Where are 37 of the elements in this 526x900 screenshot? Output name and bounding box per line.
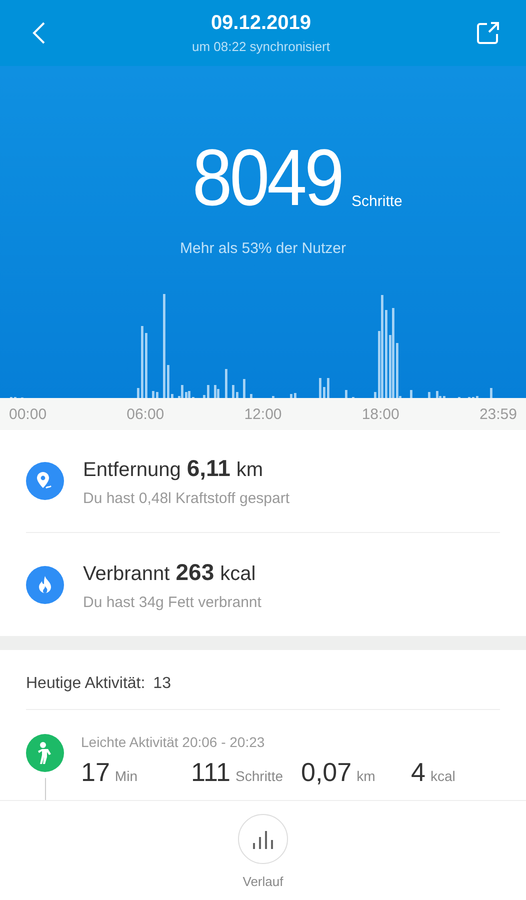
stat-label: Verbrannt — [83, 562, 170, 586]
activity-label: Heutige Aktivität: — [26, 674, 146, 692]
metric-value: 0,07 — [301, 757, 352, 788]
share-button[interactable] — [476, 21, 500, 45]
time-label: 18:00 — [362, 406, 400, 422]
time-label: 00:00 — [9, 406, 47, 422]
activity-count: 13 — [153, 674, 171, 692]
metric-unit: kcal — [430, 768, 456, 784]
metric-value: 4 — [411, 757, 426, 788]
steps-unit: Schritte — [352, 193, 402, 210]
stat-note: Du hast 34g Fett verbrannt — [83, 594, 262, 610]
stat-value: 263 — [176, 558, 214, 586]
stat-unit: km — [236, 459, 264, 482]
bar-chart-icon — [252, 829, 274, 849]
stat-unit: kcal — [220, 562, 256, 586]
back-button[interactable] — [32, 21, 46, 45]
metric-unit: Min — [114, 768, 138, 784]
metric-unit: Schritte — [236, 768, 283, 784]
time-label: 23:59 — [479, 406, 517, 422]
time-label: 12:00 — [244, 406, 282, 422]
comparison-text: Mehr als 53% der Nutzer — [180, 240, 346, 257]
time-label: 06:00 — [126, 406, 164, 422]
date-title: 09.12.2019 — [210, 12, 312, 35]
metric-unit: km — [356, 768, 376, 784]
step-count: 8049 — [192, 138, 342, 218]
stat-note: Du hast 0,48l Kraftstoff gespart — [83, 490, 290, 507]
history-label: Verlauf — [242, 874, 284, 889]
sync-time: um 08:22 synchronisiert — [192, 39, 330, 54]
metric-value: 17 — [81, 757, 110, 788]
history-button[interactable] — [238, 814, 288, 864]
metric-value: 111 — [191, 757, 231, 788]
flame-icon — [26, 566, 64, 604]
activity-title: Leichte Aktivität 20:06 - 20:23 — [81, 734, 266, 750]
stat-label: Entfernung — [83, 459, 181, 482]
stat-value: 6,11 — [186, 455, 230, 482]
location-pin-icon — [26, 462, 64, 500]
walking-person-icon — [26, 734, 64, 772]
